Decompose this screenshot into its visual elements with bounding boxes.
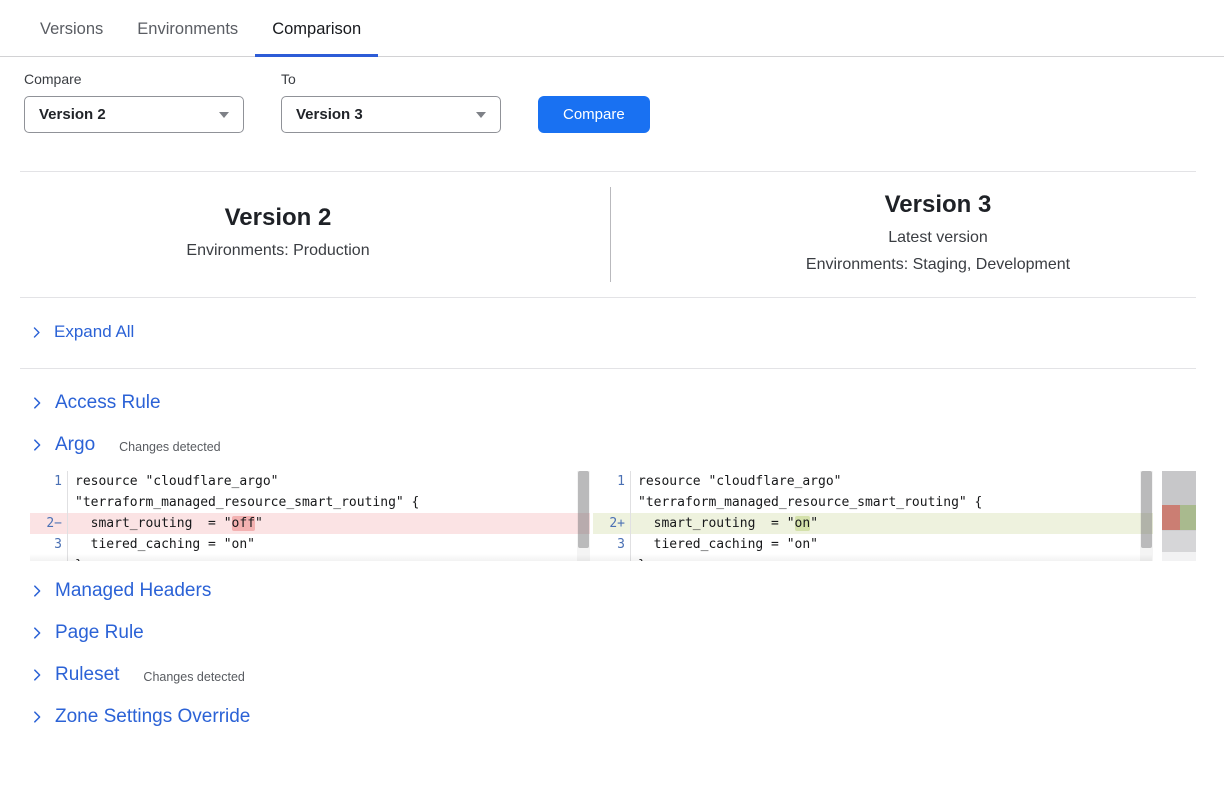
changes-badge: Changes detected xyxy=(143,667,244,684)
chevron-right-icon xyxy=(30,396,44,410)
section-label: Page Rule xyxy=(55,622,144,644)
compare-version-value: Version 2 xyxy=(39,106,106,123)
chevron-right-icon xyxy=(30,710,44,724)
scrollbar-thumb[interactable] xyxy=(1141,471,1152,548)
version-right-title: Version 3 xyxy=(680,191,1196,219)
chevron-right-icon xyxy=(30,626,44,640)
section-zone-settings-override[interactable]: Zone Settings Override xyxy=(0,696,1224,738)
diff-line: 1 resource "cloudflare_argo" xyxy=(30,471,590,492)
section-ruleset[interactable]: Ruleset Changes detected xyxy=(0,654,1224,696)
section-argo[interactable]: Argo Changes detected xyxy=(0,424,1224,466)
diff-line-removed: 2− smart_routing = "off" xyxy=(30,513,590,534)
chevron-right-icon xyxy=(30,326,43,339)
diff-line: "terraform_managed_resource_smart_routin… xyxy=(30,492,590,513)
minimap-change-marker xyxy=(1162,505,1196,530)
code-text: "terraform_managed_resource_smart_routin… xyxy=(67,492,590,513)
section-page-rule[interactable]: Page Rule xyxy=(0,612,1224,654)
line-number: 1 xyxy=(30,471,67,492)
expand-all-label: Expand All xyxy=(54,322,134,342)
minimap-added-marker xyxy=(1180,505,1197,530)
diff-line: 3 tiered_caching = "on" xyxy=(30,534,590,555)
compare-label: Compare xyxy=(24,71,244,87)
scrollbar[interactable] xyxy=(1140,471,1153,561)
line-number: 3 xyxy=(30,534,67,555)
version-right-environments: Environments: Staging, Development xyxy=(680,251,1196,278)
diff-line-added: 2+ smart_routing = "on" xyxy=(593,513,1153,534)
code-text: resource "cloudflare_argo" xyxy=(630,471,1153,492)
diff-line: } xyxy=(593,555,1153,561)
compare-button[interactable]: Compare xyxy=(538,96,650,133)
code-text: "terraform_managed_resource_smart_routin… xyxy=(630,492,1153,513)
version-panel-left: Version 2 Environments: Production xyxy=(20,204,606,264)
compare-field: Compare Version 2 xyxy=(24,71,244,133)
code-text: resource "cloudflare_argo" xyxy=(67,471,590,492)
code-text: } xyxy=(630,555,1153,561)
section-managed-headers[interactable]: Managed Headers xyxy=(0,570,1224,612)
to-label: To xyxy=(281,71,501,87)
section-label: Ruleset xyxy=(55,664,119,686)
code-text: tiered_caching = "on" xyxy=(67,534,590,555)
diff-pane-left: 1 resource "cloudflare_argo" "terraform_… xyxy=(30,471,590,561)
diff-line: } xyxy=(30,555,590,561)
dropdown-caret-icon xyxy=(476,112,486,118)
to-version-value: Version 3 xyxy=(296,106,363,123)
section-label: Argo xyxy=(55,434,95,456)
version-left-environments: Environments: Production xyxy=(20,237,536,264)
line-number: 2− xyxy=(30,513,67,534)
diff-pane-right: 1 resource "cloudflare_argo" "terraform_… xyxy=(593,471,1153,561)
section-label: Access Rule xyxy=(55,392,161,414)
version-right-latest: Latest version xyxy=(680,224,1196,251)
chevron-right-icon xyxy=(30,438,44,452)
version-panel-right: Version 3 Latest version Environments: S… xyxy=(606,191,1196,278)
line-number xyxy=(30,555,67,561)
line-number: 1 xyxy=(593,471,630,492)
scrollbar[interactable] xyxy=(577,471,590,561)
line-number: 2+ xyxy=(593,513,630,534)
argo-diff: 1 resource "cloudflare_argo" "terraform_… xyxy=(30,471,1196,561)
scrollbar-thumb[interactable] xyxy=(578,471,589,548)
tab-comparison[interactable]: Comparison xyxy=(255,20,378,56)
line-number xyxy=(593,492,630,513)
section-access-rule[interactable]: Access Rule xyxy=(0,382,1224,424)
code-text: smart_routing = "off" xyxy=(67,513,590,534)
changes-badge: Changes detected xyxy=(119,437,220,454)
tab-versions[interactable]: Versions xyxy=(23,20,120,56)
code-text: } xyxy=(67,555,590,561)
dropdown-caret-icon xyxy=(219,112,229,118)
compare-version-select[interactable]: Version 2 xyxy=(24,96,244,133)
to-field: To Version 3 xyxy=(281,71,501,133)
line-number xyxy=(593,555,630,561)
line-number: 3 xyxy=(593,534,630,555)
compare-form: Compare Version 2 To Version 3 Compare xyxy=(0,57,1224,133)
version-left-title: Version 2 xyxy=(20,204,536,232)
tab-environments[interactable]: Environments xyxy=(120,20,255,56)
section-label: Managed Headers xyxy=(55,580,211,602)
diff-line: 3 tiered_caching = "on" xyxy=(593,534,1153,555)
expand-all-button[interactable]: Expand All xyxy=(0,298,1224,368)
minimap-removed-marker xyxy=(1162,505,1180,530)
to-version-select[interactable]: Version 3 xyxy=(281,96,501,133)
diff-line: "terraform_managed_resource_smart_routin… xyxy=(593,492,1153,513)
diff-minimap[interactable] xyxy=(1162,471,1196,561)
line-number xyxy=(30,492,67,513)
sections-list: Access Rule Argo Changes detected 1 reso… xyxy=(0,369,1224,738)
chevron-right-icon xyxy=(30,668,44,682)
section-label: Zone Settings Override xyxy=(55,706,250,728)
panel-divider xyxy=(610,187,611,282)
version-headers: Version 2 Environments: Production Versi… xyxy=(0,172,1224,297)
code-text: smart_routing = "on" xyxy=(630,513,1153,534)
tab-bar: Versions Environments Comparison xyxy=(0,0,1224,57)
diff-line: 1 resource "cloudflare_argo" xyxy=(593,471,1153,492)
chevron-right-icon xyxy=(30,584,44,598)
code-text: tiered_caching = "on" xyxy=(630,534,1153,555)
